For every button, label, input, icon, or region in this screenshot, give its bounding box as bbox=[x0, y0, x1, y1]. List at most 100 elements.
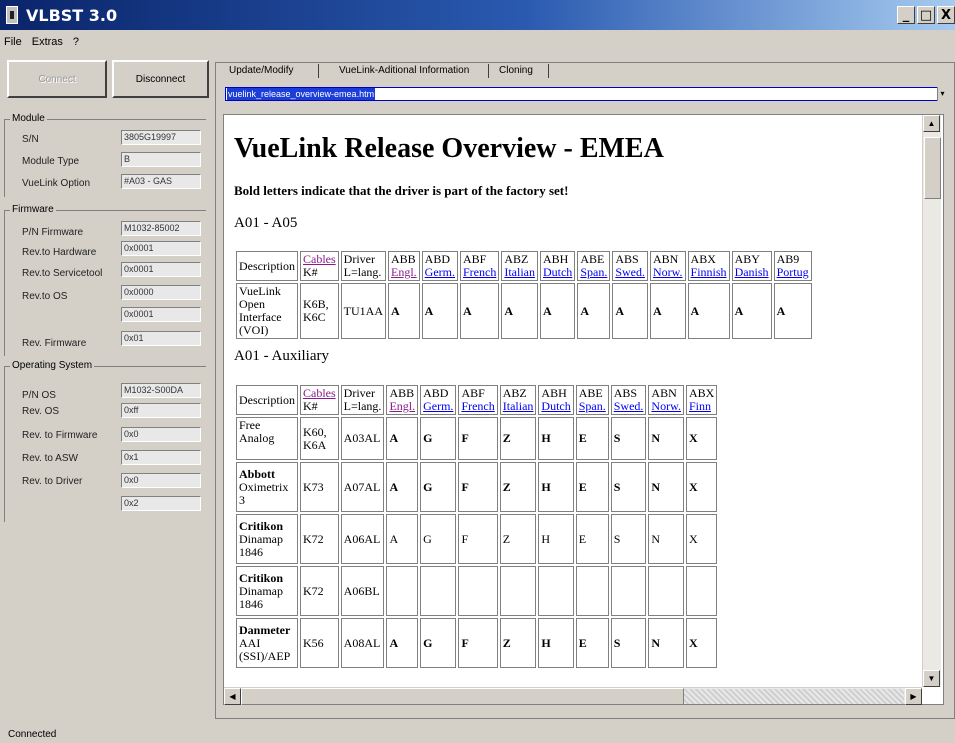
cell-cables: K72 bbox=[300, 566, 339, 616]
cell-value: G bbox=[420, 618, 457, 668]
firmware-group-border bbox=[4, 210, 5, 356]
cell-value: A bbox=[386, 462, 419, 512]
header-abs: ABS Swed. bbox=[610, 385, 647, 415]
lang-link[interactable]: Swed. bbox=[614, 399, 644, 413]
tab-bar: Update/Modify VueLink-Aditional Informat… bbox=[219, 64, 549, 80]
rev-to-driver-label: Rev. to Driver bbox=[22, 476, 83, 487]
lang-link[interactable]: Germ. bbox=[423, 399, 453, 413]
release-table-a01-a05: Description Cables K# Driver L=lang. ABB En… bbox=[234, 249, 814, 341]
rev-to-driver-field: 0x0 bbox=[121, 473, 201, 488]
lang-link[interactable]: Germ. bbox=[425, 265, 455, 279]
cell-value: X bbox=[685, 618, 718, 668]
lang-link[interactable]: Engl. bbox=[391, 265, 417, 279]
horizontal-scrollbar[interactable]: ◀ ▶ bbox=[224, 687, 922, 705]
scroll-down-icon[interactable]: ▼ bbox=[923, 670, 940, 687]
doc-title: VueLink Release Overview - EMEA bbox=[234, 133, 664, 164]
cables-link[interactable]: Cables bbox=[303, 252, 336, 266]
lang-link[interactable]: Dutch bbox=[543, 265, 572, 279]
os-group-title: Operating System bbox=[10, 360, 95, 371]
cell-cables: K56 bbox=[300, 618, 339, 668]
html-viewer[interactable]: VueLink Release Overview - EMEA Bold let… bbox=[223, 114, 944, 705]
doc-note: Bold letters indicate that the driver is… bbox=[234, 183, 569, 198]
rev-os-label: Rev.to OS bbox=[22, 291, 68, 302]
vertical-scroll-thumb[interactable] bbox=[924, 137, 941, 199]
cell-value bbox=[386, 566, 419, 616]
rev-to-firmware-field: 0x0 bbox=[121, 427, 201, 442]
menu-extras[interactable]: Extras bbox=[32, 32, 63, 52]
tab-additional-info[interactable]: VueLink-Aditional Information bbox=[319, 64, 489, 78]
cell-value: H bbox=[538, 618, 574, 668]
close-button[interactable]: X bbox=[937, 6, 955, 24]
rev-to-asw-label: Rev. to ASW bbox=[22, 453, 78, 464]
menu-file[interactable]: File bbox=[4, 32, 22, 52]
lang-link[interactable]: Norw. bbox=[653, 265, 683, 279]
header-driver: Driver L=lang. bbox=[340, 251, 386, 281]
cell-value: A bbox=[612, 283, 648, 339]
cell-value: F bbox=[458, 618, 498, 668]
lang-link[interactable]: Portug bbox=[777, 265, 809, 279]
lang-link[interactable]: Norw. bbox=[651, 399, 681, 413]
cell-value: Z bbox=[499, 514, 537, 564]
sn-label: S/N bbox=[22, 134, 39, 145]
lang-link[interactable]: Span. bbox=[580, 265, 607, 279]
cell-value: H bbox=[538, 417, 574, 460]
cell-driver: A07AL bbox=[340, 462, 385, 512]
lang-link[interactable]: Span. bbox=[579, 399, 606, 413]
os-extra-field: 0x2 bbox=[121, 496, 201, 511]
app-icon bbox=[6, 6, 18, 24]
cables-link[interactable]: Cables bbox=[303, 386, 336, 400]
scroll-left-icon[interactable]: ◀ bbox=[224, 688, 241, 705]
lang-link[interactable]: French bbox=[463, 265, 496, 279]
header-abb: ABB Engl. bbox=[386, 385, 419, 415]
lang-link[interactable]: Finnish bbox=[691, 265, 727, 279]
connect-button[interactable]: Connect bbox=[7, 60, 107, 98]
cell-value: A bbox=[773, 283, 812, 339]
lang-link[interactable]: Finn bbox=[689, 399, 711, 413]
cell-description: Danmeter AAI (SSI)/AEP bbox=[236, 618, 298, 668]
lang-link[interactable]: Engl. bbox=[389, 399, 415, 413]
rev-servicetool-field: 0x0001 bbox=[121, 262, 201, 277]
cell-value: A bbox=[731, 283, 772, 339]
pn-firmware-label: P/N Firmware bbox=[22, 227, 84, 238]
cell-value: E bbox=[575, 417, 609, 460]
header-abn: ABN Norw. bbox=[649, 251, 686, 281]
lang-link[interactable]: Danish bbox=[735, 265, 769, 279]
cell-description: Critikon Dinamap 1846 bbox=[236, 514, 298, 564]
cell-value: H bbox=[538, 514, 574, 564]
cell-value: A bbox=[386, 514, 419, 564]
menu-help[interactable]: ? bbox=[73, 32, 79, 52]
tab-cloning[interactable]: Cloning bbox=[489, 64, 549, 78]
horizontal-scroll-thumb[interactable] bbox=[241, 688, 684, 705]
module-group-border bbox=[4, 119, 5, 197]
cell-value: A bbox=[386, 618, 419, 668]
cell-value: N bbox=[648, 618, 684, 668]
dropdown-arrow-icon[interactable]: ▾ bbox=[937, 87, 947, 101]
table-row: VueLink Open Interface (VOI) K6B, K6C TU… bbox=[236, 283, 812, 339]
scroll-up-icon[interactable]: ▲ bbox=[923, 115, 940, 132]
lang-link[interactable]: Italian bbox=[503, 399, 534, 413]
restore-button[interactable]: □ bbox=[917, 6, 935, 24]
header-abz: ABZ Italian bbox=[499, 385, 537, 415]
vertical-scrollbar[interactable]: ▲ ▼ bbox=[922, 115, 941, 687]
url-combobox[interactable]: vuelink_release_overview-emea.htm ▾ bbox=[225, 87, 947, 101]
module-group-title: Module bbox=[10, 113, 47, 124]
minimize-button[interactable]: _ bbox=[897, 6, 915, 24]
disconnect-button[interactable]: Disconnect bbox=[112, 60, 209, 98]
header-abz: ABZ Italian bbox=[501, 251, 538, 281]
lang-link[interactable]: Swed. bbox=[615, 265, 645, 279]
scroll-right-icon[interactable]: ▶ bbox=[905, 688, 922, 705]
pn-firmware-field: M1032-85002 bbox=[121, 221, 201, 236]
header-cables: Cables K# bbox=[300, 251, 339, 281]
tab-update-modify[interactable]: Update/Modify bbox=[219, 64, 319, 78]
cell-value: E bbox=[575, 514, 609, 564]
lang-link[interactable]: Italian bbox=[504, 265, 535, 279]
cell-value bbox=[610, 566, 647, 616]
table-header-row: Description Cables K# Driver L=lang. ABB En… bbox=[236, 251, 812, 281]
pn-os-label: P/N OS bbox=[22, 390, 56, 401]
table-row: Danmeter AAI (SSI)/AEP K56 A08AL A G F Z H E S N X bbox=[236, 618, 718, 668]
cell-value: S bbox=[610, 462, 647, 512]
lang-link[interactable]: French bbox=[461, 399, 494, 413]
cell-description: VueLink Open Interface (VOI) bbox=[236, 283, 298, 339]
cell-value: A bbox=[649, 283, 686, 339]
lang-link[interactable]: Dutch bbox=[541, 399, 570, 413]
